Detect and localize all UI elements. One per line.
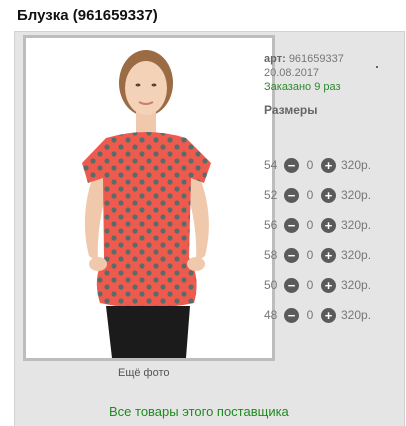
quantity-value: 0 (306, 308, 314, 322)
quantity-value: 0 (306, 188, 314, 202)
size-price: 320р. (341, 278, 372, 292)
plus-circle-icon[interactable]: + (321, 187, 336, 203)
size-label: 48 (264, 308, 278, 322)
size-label: 52 (264, 188, 278, 202)
art-label: арт: (264, 53, 286, 65)
plus-circle-icon[interactable]: + (321, 307, 336, 323)
product-info: арт: 961659337 20.08.2017 Заказано 9 раз (264, 52, 344, 94)
size-row: 54 − 0 + 320р. (264, 156, 371, 174)
size-row: 50 − 0 + 320р. (264, 276, 371, 294)
size-row: 56 − 0 + 320р. (264, 216, 371, 234)
more-photos-link[interactable]: Ещё фото (118, 367, 170, 379)
size-label: 50 (264, 278, 278, 292)
size-row: 48 − 0 + 320р. (264, 306, 371, 324)
product-photo[interactable] (23, 35, 275, 361)
quantity-value: 0 (306, 248, 314, 262)
plus-circle-icon[interactable]: + (321, 157, 336, 173)
size-row: 52 − 0 + 320р. (264, 186, 371, 204)
art-number: 961659337 (288, 53, 344, 65)
decorative-dot (376, 66, 378, 68)
quantity-value: 0 (306, 158, 314, 172)
sizes-heading: Размеры (264, 103, 318, 117)
minus-circle-icon[interactable]: − (284, 307, 299, 323)
plus-circle-icon[interactable]: + (321, 247, 336, 263)
minus-circle-icon[interactable]: − (284, 247, 299, 263)
ordered-count: Заказано 9 раз (264, 81, 341, 93)
page-title: Блузка (961659337) (17, 7, 158, 24)
supplier-products-link[interactable]: Все товары этого поставщика (109, 404, 289, 419)
size-price: 320р. (341, 308, 372, 322)
size-price: 320р. (341, 188, 372, 202)
product-image (26, 38, 272, 358)
quantity-value: 0 (306, 218, 314, 232)
size-label: 54 (264, 158, 278, 172)
quantity-value: 0 (306, 278, 314, 292)
product-date: 20.08.2017 (264, 67, 320, 79)
size-price: 320р. (341, 218, 372, 232)
size-label: 56 (264, 218, 278, 232)
size-row: 58 − 0 + 320р. (264, 246, 371, 264)
plus-circle-icon[interactable]: + (321, 277, 336, 293)
minus-circle-icon[interactable]: − (284, 187, 299, 203)
minus-circle-icon[interactable]: − (284, 217, 299, 233)
minus-circle-icon[interactable]: − (284, 157, 299, 173)
plus-circle-icon[interactable]: + (321, 217, 336, 233)
minus-circle-icon[interactable]: − (284, 277, 299, 293)
size-price: 320р. (341, 248, 372, 262)
size-price: 320р. (341, 158, 372, 172)
size-label: 58 (264, 248, 278, 262)
